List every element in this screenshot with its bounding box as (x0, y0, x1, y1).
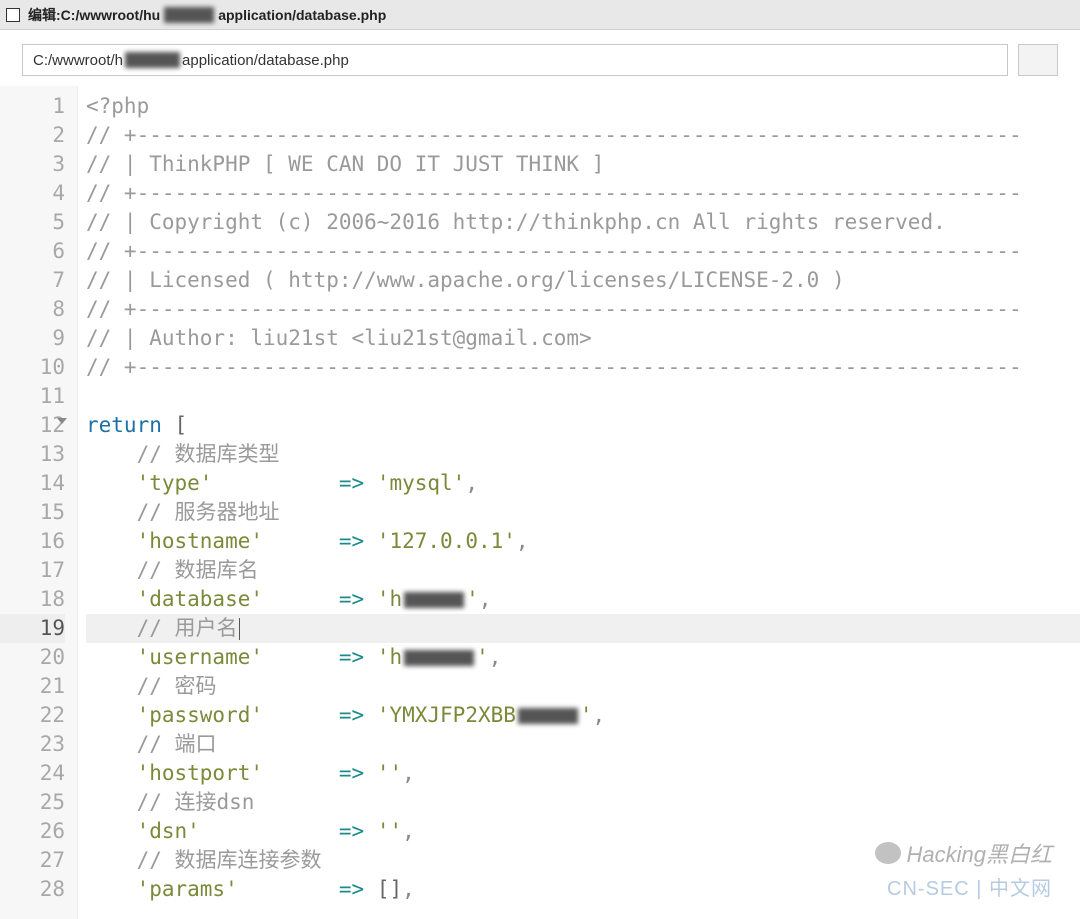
path-input-a: C:/wwwroot/h (33, 52, 123, 69)
titlebar-path-b: application/database.php (218, 7, 386, 23)
line-number: 12 (0, 411, 65, 440)
code-line[interactable]: // 用户名 (86, 614, 1080, 643)
line-number: 19 (0, 614, 65, 643)
line-number: 8 (0, 295, 65, 324)
code-line[interactable]: // 数据库类型 (86, 440, 1080, 469)
line-number: 27 (0, 846, 65, 875)
line-number: 18 (0, 585, 65, 614)
code-line[interactable]: 'username' => 'h', (86, 643, 1080, 672)
code-line[interactable]: 'password' => 'YMXJFP2XBB', (86, 701, 1080, 730)
line-number: 23 (0, 730, 65, 759)
code-area[interactable]: <?php// +-------------------------------… (78, 86, 1080, 919)
watermark-cnsec: CN-SEC | 中文网 (887, 872, 1052, 901)
titlebar-path-censored (164, 7, 214, 23)
code-editor[interactable]: 1234567891011121314151617181920212223242… (0, 86, 1080, 919)
titlebar-path-a: C:/wwwroot/hu (61, 7, 161, 23)
watermark-hacking: Hacking黑白红 (875, 837, 1052, 869)
code-line[interactable] (86, 382, 1080, 411)
titlebar-prefix: 编辑: (28, 5, 61, 25)
line-number: 6 (0, 237, 65, 266)
code-line[interactable]: // +------------------------------------… (86, 353, 1080, 382)
code-line[interactable]: // +------------------------------------… (86, 237, 1080, 266)
fold-toggle-icon[interactable] (57, 418, 67, 424)
line-number: 22 (0, 701, 65, 730)
line-number: 1 (0, 92, 65, 121)
code-line[interactable]: <?php (86, 92, 1080, 121)
code-line[interactable]: 'type' => 'mysql', (86, 469, 1080, 498)
line-number: 9 (0, 324, 65, 353)
code-line[interactable]: // 数据库名 (86, 556, 1080, 585)
line-number: 16 (0, 527, 65, 556)
redacted-text (404, 592, 464, 608)
editor-window: 编辑: C:/wwwroot/hu application/database.p… (0, 0, 1080, 919)
code-line[interactable]: // +------------------------------------… (86, 121, 1080, 150)
code-line[interactable]: // 密码 (86, 672, 1080, 701)
path-input-censored (125, 52, 180, 68)
pathbar: C:/wwwroot/h application/database.php (0, 30, 1080, 86)
text-cursor (239, 618, 240, 640)
path-go-button[interactable] (1018, 44, 1058, 76)
line-number: 11 (0, 382, 65, 411)
line-number: 17 (0, 556, 65, 585)
line-number: 14 (0, 469, 65, 498)
window-icon (6, 8, 20, 22)
code-line[interactable]: // +------------------------------------… (86, 295, 1080, 324)
line-number: 4 (0, 179, 65, 208)
path-input-b: application/database.php (182, 52, 349, 69)
code-line[interactable]: // | Author: liu21st <liu21st@gmail.com> (86, 324, 1080, 353)
code-line[interactable]: // 连接dsn (86, 788, 1080, 817)
line-number: 26 (0, 817, 65, 846)
line-number: 15 (0, 498, 65, 527)
line-number: 21 (0, 672, 65, 701)
code-line[interactable]: // | ThinkPHP [ WE CAN DO IT JUST THINK … (86, 150, 1080, 179)
line-number: 24 (0, 759, 65, 788)
line-number: 25 (0, 788, 65, 817)
line-number: 5 (0, 208, 65, 237)
line-number: 13 (0, 440, 65, 469)
titlebar: 编辑: C:/wwwroot/hu application/database.p… (0, 0, 1080, 30)
line-number: 20 (0, 643, 65, 672)
line-number: 2 (0, 121, 65, 150)
wechat-icon (875, 842, 901, 864)
code-line[interactable]: // +------------------------------------… (86, 179, 1080, 208)
code-line[interactable]: // | Licensed ( http://www.apache.org/li… (86, 266, 1080, 295)
redacted-text (404, 650, 474, 666)
code-line[interactable]: // | Copyright (c) 2006~2016 http://thin… (86, 208, 1080, 237)
line-number: 10 (0, 353, 65, 382)
code-line[interactable]: return [ (86, 411, 1080, 440)
path-input[interactable]: C:/wwwroot/h application/database.php (22, 44, 1008, 76)
line-number: 7 (0, 266, 65, 295)
redacted-text (518, 708, 578, 724)
line-number: 3 (0, 150, 65, 179)
code-line[interactable]: 'hostport' => '', (86, 759, 1080, 788)
code-line[interactable]: 'database' => 'h', (86, 585, 1080, 614)
code-line[interactable]: // 服务器地址 (86, 498, 1080, 527)
line-number: 28 (0, 875, 65, 904)
code-line[interactable]: // 端口 (86, 730, 1080, 759)
line-number-gutter: 1234567891011121314151617181920212223242… (0, 86, 78, 919)
code-line[interactable]: 'hostname' => '127.0.0.1', (86, 527, 1080, 556)
